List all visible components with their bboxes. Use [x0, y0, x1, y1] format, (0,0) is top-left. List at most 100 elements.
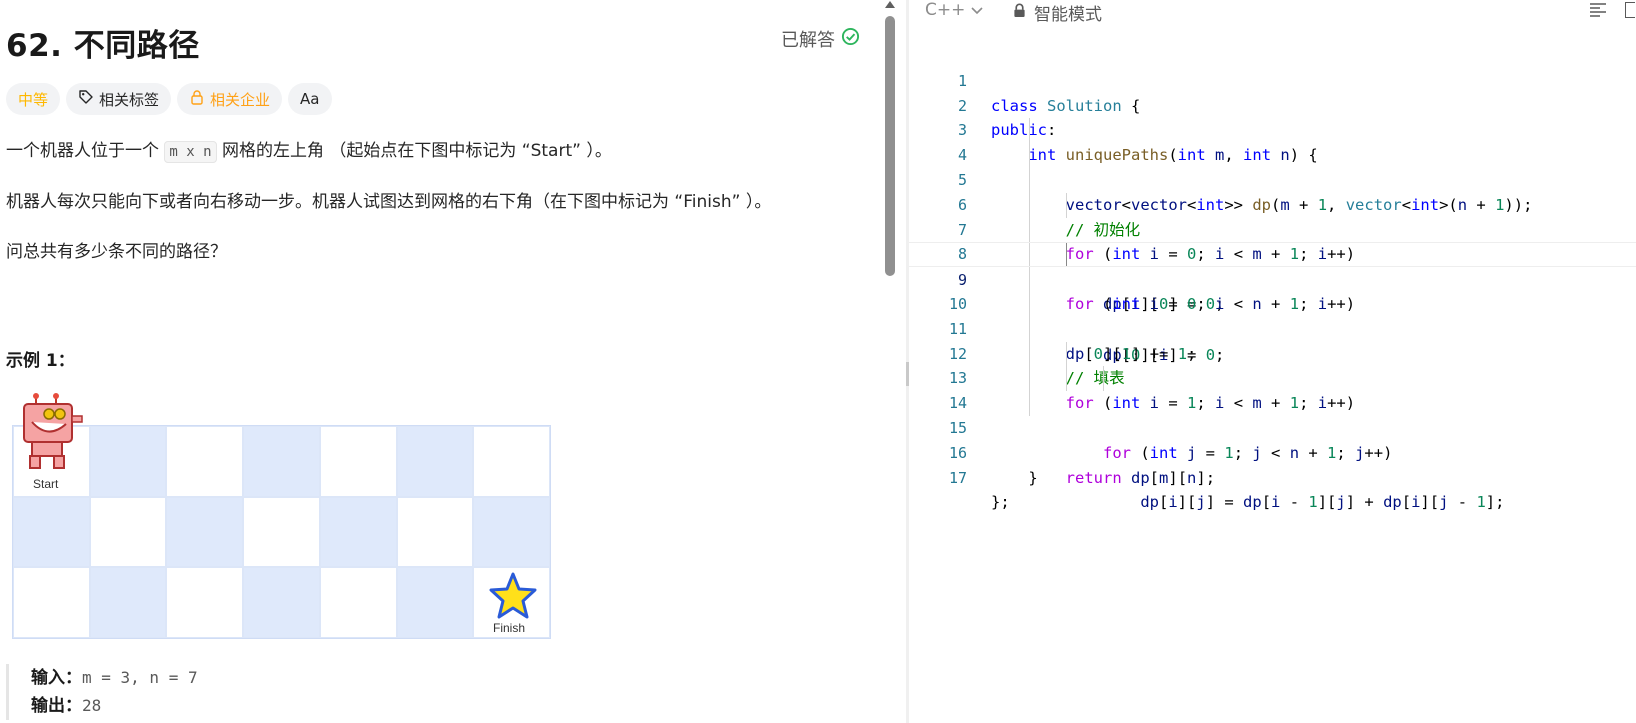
indent-guide [1066, 192, 1067, 218]
language-label: C++ [925, 0, 966, 20]
code-line: 13 for (int j = 1; j < n + 1; j++) [909, 341, 1636, 462]
related-tags-button[interactable]: 相关标签 [66, 83, 172, 115]
indent-guide [1029, 267, 1030, 292]
description-paragraph-2: 机器人每次只能向下或者向右移动一步。机器人试图达到网格的右下角（在下图中标记为 … [6, 192, 772, 212]
inline-code: m x n [164, 141, 217, 163]
description-text: 网格的左上角 （起始点在下图中标记为 “Start” ）。 [221, 141, 612, 161]
grid-cell [473, 496, 550, 568]
grid-cell [319, 567, 397, 638]
code-editor-panel[interactable]: C++ 智能模式 1 class Solution { 2 public: 3 [909, 0, 1636, 723]
description-scrollbar[interactable] [882, 0, 898, 723]
difficulty-tag[interactable]: 中等 [6, 83, 61, 115]
description-text: 一个机器人位于一个 [6, 141, 159, 161]
indent-guide [1029, 291, 1030, 317]
grid-cell [13, 567, 90, 638]
code-line: 4 vector<vector<int>> dp(m + 1, vector<i… [909, 118, 1636, 214]
code-line: 14 dp[i][j] = dp[i - 1][j] + dp[i][j - 1… [909, 366, 1636, 511]
font-toggle-button[interactable]: Aa [288, 83, 332, 115]
grid-cell [243, 426, 320, 497]
indent-guide [1103, 366, 1104, 392]
code-line: 6 for (int i = 0; i < m + 1; i++) [909, 167, 1636, 263]
grid-cell [396, 496, 474, 568]
scroll-up-arrow-icon[interactable] [885, 1, 895, 8]
code-line: 17 }; [909, 441, 1636, 512]
code-line-current: 9 dp[0][i] = 0; [909, 242, 1636, 364]
grid-cell [89, 426, 167, 497]
code-line: 2 public: [909, 69, 1636, 140]
mode-label: 智能模式 [1034, 5, 1102, 25]
code-line: 16 } [909, 416, 1636, 487]
grid-cell [243, 567, 320, 638]
code-line: 15 return dp[m][n]; [909, 391, 1636, 487]
lock-icon [1013, 3, 1026, 23]
grid-cell [89, 496, 167, 568]
indent-guide [1029, 192, 1030, 218]
code-line: 5 // 初始化 [909, 143, 1636, 239]
chevron-down-icon [971, 0, 983, 20]
code-line: 11 // 填表 [909, 291, 1636, 387]
indent-guide [1066, 366, 1067, 392]
indent-guide [1029, 391, 1030, 416]
star-icon [488, 572, 538, 620]
example-input-row: 输入：m = 3, n = 7 [31, 664, 198, 692]
tag-row: 中等 相关标签 相关企业 Aa [6, 83, 332, 115]
panel-toggle-icon[interactable] [1625, 2, 1635, 18]
grid-cell [13, 496, 90, 568]
grid-cell [473, 426, 550, 497]
mode-selector[interactable]: 智能模式 [1013, 0, 1102, 25]
grid-cell [396, 426, 474, 497]
indent-guide [1029, 366, 1030, 392]
indent-guide [1029, 341, 1030, 367]
indent-guide [1029, 143, 1030, 168]
problem-description-panel: 62. 不同路径 已解答 中等 相关标签 相关企业 Aa 一个机器人位于一个 m… [0, 0, 866, 723]
grid-cell [89, 567, 167, 638]
problem-title: 62. 不同路径 [6, 28, 200, 64]
grid-cell [166, 426, 244, 497]
example-grid-figure [12, 425, 551, 639]
language-selector[interactable]: C++ [925, 0, 983, 20]
indent-guide-active [1066, 243, 1067, 267]
indent-guide [1066, 341, 1067, 367]
scroll-thumb[interactable] [885, 16, 895, 276]
indent-guide [1029, 316, 1030, 342]
grid-cell [166, 496, 244, 568]
code-line: 1 class Solution { [909, 44, 1636, 115]
related-tags-label: 相关标签 [99, 90, 160, 109]
line-number: 17 [948, 468, 967, 487]
code-area[interactable]: 1 class Solution { 2 public: 3 int uniqu… [909, 44, 1636, 512]
description-paragraph-1: 一个机器人位于一个 m x n 网格的左上角 （起始点在下图中标记为 “Star… [6, 136, 612, 163]
grid-cell [243, 496, 320, 568]
code-line: 8 for (int i = 0; i < n + 1; i++) [909, 217, 1636, 313]
solved-status: 已解答 [781, 26, 860, 52]
code-text: } [991, 468, 1038, 487]
related-companies-button[interactable]: 相关企业 [177, 83, 283, 115]
code-line: 7 dp[i][0] = 0; [909, 192, 1636, 313]
input-label: 输入： [31, 668, 82, 688]
editor-toolbar: C++ 智能模式 [909, 0, 1636, 25]
description-paragraph-3: 问总共有多少条不同的路径？ [6, 242, 227, 262]
example-io-block: 输入：m = 3, n = 7 输出：28 [6, 664, 198, 720]
robot-icon [14, 392, 86, 476]
translate-icon: Aa [300, 90, 320, 108]
example-title: 示例 1： [6, 351, 75, 371]
format-lines-icon[interactable] [1589, 2, 1607, 18]
output-label: 输出： [31, 696, 82, 716]
grid-cell [319, 426, 397, 497]
code-text: }; [991, 493, 1010, 512]
indent-guide [1029, 167, 1030, 193]
indent-guide [1029, 243, 1030, 267]
solved-status-label: 已解答 [781, 30, 835, 51]
code-line: 3 int uniquePaths(int m, int n) { [909, 94, 1636, 164]
code-line: 12 for (int i = 1; i < m + 1; i++) [909, 316, 1636, 412]
indent-guide [1029, 217, 1030, 243]
check-circle-icon [841, 27, 860, 51]
code-line: 10 dp[0][1] += 1; [909, 267, 1636, 363]
grid-cell [396, 567, 474, 638]
tag-icon [78, 89, 94, 109]
example-output-row: 输出：28 [31, 692, 198, 720]
finish-label: Finish [493, 621, 526, 635]
code-text: dp[i][j] = dp[i - 1][j] + dp[i][j - 1]; [1140, 493, 1505, 512]
indent-guide [1029, 118, 1030, 144]
grid-cell [319, 496, 397, 568]
lock-icon [189, 89, 205, 109]
